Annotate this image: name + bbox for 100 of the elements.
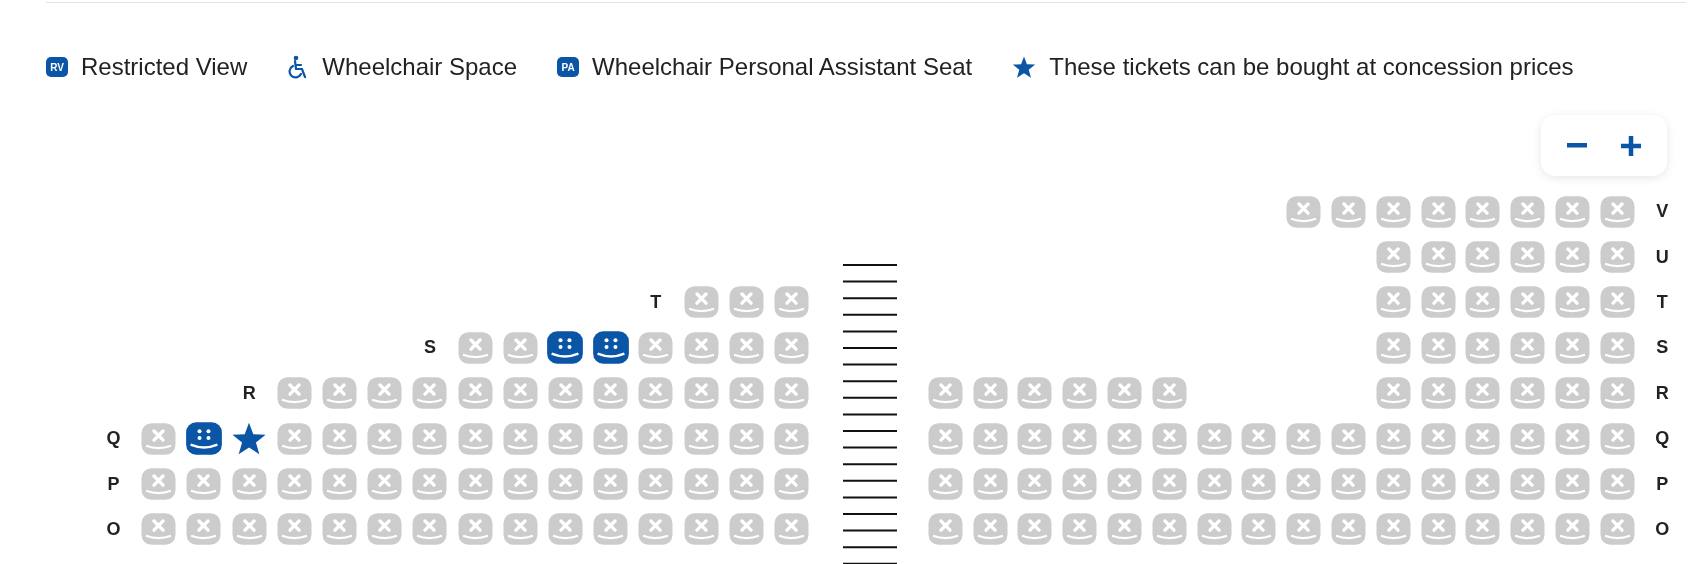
- unavailable-seat-icon: [1150, 467, 1188, 502]
- unavailable-seat-icon: [1016, 376, 1054, 411]
- unavailable-seat-icon: [1419, 421, 1457, 456]
- unavailable-seat-icon: [1240, 512, 1278, 547]
- unavailable-seat-icon: [772, 376, 810, 411]
- unavailable-seat-icon: [682, 421, 720, 456]
- unavailable-seat-icon: [1061, 467, 1099, 502]
- unavailable-seat-icon: [275, 421, 313, 456]
- unavailable-seat-icon: [1554, 194, 1592, 229]
- row-label: S: [423, 337, 436, 359]
- unavailable-seat-icon: [321, 421, 359, 456]
- unavailable-seat-icon: [1554, 330, 1592, 365]
- unavailable-seat-icon: [971, 376, 1009, 411]
- unavailable-seat-icon: [772, 467, 810, 502]
- row-label: P: [107, 473, 120, 495]
- unavailable-seat-icon: [727, 421, 765, 456]
- unavailable-seat-icon: [456, 330, 494, 365]
- unavailable-seat-icon: [1509, 467, 1547, 502]
- unavailable-seat-icon: [1419, 467, 1457, 502]
- unavailable-seat-icon: [1240, 467, 1278, 502]
- unavailable-seat-icon: [1061, 421, 1099, 456]
- badge: RV: [46, 57, 68, 77]
- unavailable-seat-icon: [1150, 512, 1188, 547]
- unavailable-seat-icon: [1509, 376, 1547, 411]
- unavailable-seat-icon: [971, 467, 1009, 502]
- unavailable-seat-icon: [1374, 376, 1412, 411]
- row-label: Q: [106, 428, 121, 450]
- unavailable-seat-icon: [1464, 194, 1502, 229]
- unavailable-seat-icon: [185, 467, 223, 502]
- unavailable-seat-icon: [140, 512, 178, 547]
- unavailable-seat-icon: [772, 512, 810, 547]
- unavailable-seat-icon: [546, 421, 584, 456]
- unavailable-seat-icon: [411, 512, 449, 547]
- seat-icon[interactable]: [546, 330, 585, 366]
- legend-label: Wheelchair Space: [322, 53, 518, 81]
- unavailable-seat-icon: [321, 467, 359, 502]
- unavailable-seat-icon: [1106, 421, 1144, 456]
- unavailable-seat-icon: [637, 421, 675, 456]
- unavailable-seat-icon: [1419, 285, 1457, 320]
- unavailable-seat-icon: [1509, 330, 1547, 365]
- unavailable-seat-icon: [1419, 330, 1457, 365]
- unavailable-seat-icon: [1374, 194, 1412, 229]
- unavailable-seat-icon: [546, 376, 584, 411]
- unavailable-seat-icon: [1598, 194, 1636, 229]
- unavailable-seat-icon: [1598, 512, 1636, 547]
- unavailable-seat-icon: [456, 376, 494, 411]
- unavailable-seat-icon: [1195, 421, 1233, 456]
- unavailable-seat-icon: [1195, 512, 1233, 547]
- unavailable-seat-icon: [682, 467, 720, 502]
- unavailable-seat-icon: [682, 376, 720, 411]
- unavailable-seat-icon: [1016, 512, 1054, 547]
- unavailable-seat-icon: [1554, 421, 1592, 456]
- unavailable-seat-icon: [1464, 467, 1502, 502]
- seat-icon[interactable]: [184, 421, 223, 457]
- unavailable-seat-icon: [366, 467, 404, 502]
- unavailable-seat-icon: [727, 512, 765, 547]
- unavailable-seat-icon: [1509, 285, 1547, 320]
- unavailable-seat-icon: [1554, 467, 1592, 502]
- unavailable-seat-icon: [321, 512, 359, 547]
- unavailable-seat-icon: [1106, 376, 1144, 411]
- seat-icon[interactable]: [591, 330, 630, 366]
- unavailable-seat-icon: [1419, 512, 1457, 547]
- unavailable-seat-icon: [230, 467, 268, 502]
- row-label: P: [1656, 473, 1669, 495]
- unavailable-seat-icon: [501, 330, 539, 365]
- unavailable-seat-icon: [230, 512, 268, 547]
- unavailable-seat-icon: [321, 376, 359, 411]
- row-label: V: [1656, 201, 1669, 223]
- row-label: R: [242, 382, 256, 404]
- star-icon[interactable]: [231, 421, 268, 456]
- unavailable-seat-icon: [682, 512, 720, 547]
- unavailable-seat-icon: [1016, 421, 1054, 456]
- row-label: U: [1655, 246, 1669, 268]
- unavailable-seat-icon: [1464, 376, 1502, 411]
- unavailable-seat-icon: [1061, 376, 1099, 411]
- unavailable-seat-icon: [456, 467, 494, 502]
- unavailable-seat-icon: [1464, 421, 1502, 456]
- unavailable-seat-icon: [456, 512, 494, 547]
- row-label: O: [1655, 518, 1670, 540]
- unavailable-seat-icon: [1016, 467, 1054, 502]
- unavailable-seat-icon: [501, 376, 539, 411]
- row-label: S: [1656, 337, 1669, 359]
- unavailable-seat-icon: [971, 512, 1009, 547]
- unavailable-seat-icon: [1374, 330, 1412, 365]
- row-label: R: [1655, 382, 1669, 404]
- unavailable-seat-icon: [1285, 512, 1323, 547]
- unavailable-seat-icon: [1509, 194, 1547, 229]
- unavailable-seat-icon: [456, 421, 494, 456]
- unavailable-seat-icon: [1464, 330, 1502, 365]
- unavailable-seat-icon: [926, 376, 964, 411]
- row-label: Q: [1655, 428, 1670, 450]
- unavailable-seat-icon: [1374, 240, 1412, 275]
- unavailable-seat-icon: [411, 421, 449, 456]
- unavailable-seat-icon: [411, 467, 449, 502]
- unavailable-seat-icon: [592, 376, 630, 411]
- unavailable-seat-icon: [546, 467, 584, 502]
- unavailable-seat-icon: [1106, 512, 1144, 547]
- unavailable-seat-icon: [275, 512, 313, 547]
- unavailable-seat-icon: [637, 467, 675, 502]
- unavailable-seat-icon: [1285, 194, 1323, 229]
